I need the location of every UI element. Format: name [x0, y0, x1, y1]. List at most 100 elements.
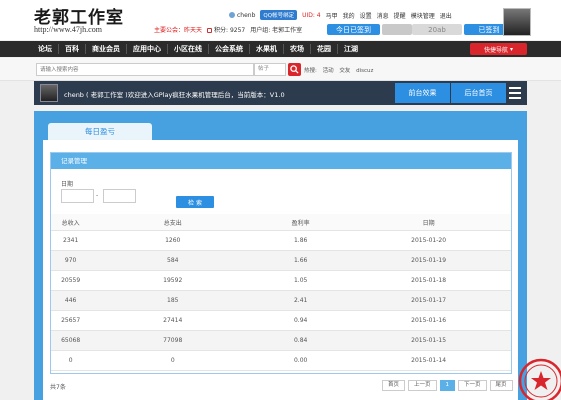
prev-page-button[interactable]: 上一页: [408, 380, 437, 391]
points-icon: [207, 27, 213, 33]
menu-settings[interactable]: 设置: [360, 11, 372, 20]
cell-expense: 77098: [163, 337, 183, 344]
table-row: 970 584 1.66 2015-01-19: [51, 251, 511, 271]
search-button[interactable]: [288, 63, 301, 76]
username-link[interactable]: chenb: [229, 12, 255, 19]
table-row: 2341 1260 1.86 2015-01-20: [51, 231, 511, 251]
cell-income: 2341: [63, 237, 79, 244]
nav-item-vip[interactable]: 商业会员: [86, 44, 127, 54]
hot-term[interactable]: 活动: [323, 68, 334, 74]
nav-item-apps[interactable]: 应用中心: [127, 44, 168, 54]
search-records-button[interactable]: 检 索: [176, 196, 214, 208]
hot-term[interactable]: 交友: [339, 68, 350, 74]
search-input[interactable]: [36, 63, 254, 76]
avatar[interactable]: [503, 8, 531, 36]
admin-avatar: [40, 84, 58, 102]
date-start-field[interactable]: [61, 189, 94, 203]
cell-profit-rate: 0.84: [293, 337, 308, 344]
tab-daily-profit[interactable]: 每日盈亏: [48, 123, 152, 140]
first-page-button[interactable]: 首页: [382, 380, 406, 391]
frontend-preview-button[interactable]: 前台效果: [395, 83, 450, 103]
cell-date: 2015-01-14: [411, 357, 447, 364]
site-header: 老郭工作室 http://www.47jh.com chenb QQ帐号绑定 U…: [0, 0, 561, 40]
cell-expense: 584: [167, 257, 179, 264]
usergroup-link[interactable]: 用户组: 老郭工作室: [250, 25, 302, 34]
cell-date: 2015-01-18: [411, 277, 447, 284]
user-toolbar: chenb QQ帐号绑定 UID: 4 马甲 我的 设置 消息 提醒 模块管理 …: [229, 10, 457, 20]
cell-income: 65068: [61, 337, 81, 344]
user-icon: [229, 12, 235, 18]
table-footer: 共7条 首页 上一页 1 下一页 尾页: [43, 374, 518, 394]
signin-today-button[interactable]: 今日已签到: [327, 24, 380, 35]
last-page-button[interactable]: 尾页: [489, 380, 513, 391]
cell-date: 2015-01-20: [411, 237, 447, 244]
cell-profit-rate: 0.94: [293, 317, 308, 324]
search-scope-select[interactable]: 帖子: [254, 63, 286, 76]
card-title: 记录管理: [51, 153, 511, 169]
points-link[interactable]: 积分: 9257: [207, 25, 245, 34]
menu-majia[interactable]: 马甲: [326, 11, 338, 20]
main-content: 每日盈亏 记录管理 日期 - 检 索 总收入 总支出 盈利率 日期 2341 1…: [34, 111, 527, 400]
gray-button[interactable]: [382, 24, 412, 35]
nav-item-farm[interactable]: 农场: [284, 44, 311, 54]
menu-messages[interactable]: 消息: [377, 11, 389, 20]
admin-bar: chenb ( 老郭工作室 )欢迎进入GPlay疯狂水果机管理后台，当前版本：V…: [34, 81, 527, 105]
menu-logout[interactable]: 退出: [440, 11, 452, 20]
hamburger-menu-icon[interactable]: [509, 87, 521, 99]
cell-profit-rate: 1.86: [293, 237, 308, 244]
cell-date: 2015-01-19: [411, 257, 447, 264]
logo-url: http://www.47jh.com: [34, 25, 102, 34]
cell-date: 2015-01-15: [411, 337, 447, 344]
pagination: 首页 上一页 1 下一页 尾页: [382, 380, 516, 391]
quick-nav-button[interactable]: 快捷导航 ▾: [470, 43, 527, 55]
nav-item-garden[interactable]: 花园: [311, 44, 338, 54]
next-page-button[interactable]: 下一页: [458, 380, 487, 391]
page-number-button[interactable]: 1: [439, 380, 456, 391]
content-panel: 记录管理 日期 - 检 索 总收入 总支出 盈利率 日期 2341 1260 1…: [43, 140, 518, 400]
cell-expense: 27414: [163, 317, 183, 324]
cell-expense: 0: [170, 357, 175, 364]
table-row: 25657 27414 0.94 2015-01-16: [51, 311, 511, 331]
nav-item-wiki[interactable]: 百科: [59, 44, 86, 54]
date-end-field[interactable]: [103, 189, 136, 203]
hot-search: 热搜: 活动 交友 discuz: [304, 66, 377, 74]
menu-mine[interactable]: 我的: [343, 11, 355, 20]
main-nav: 论坛 百科 商业会员 应用中心 小区在线 公会系统 水果机 农场 花园 江湖 快…: [0, 41, 561, 57]
qq-bind-button[interactable]: QQ帐号绑定: [260, 10, 298, 20]
nav-item-guild[interactable]: 公会系统: [209, 44, 250, 54]
col-header-date: 日期: [422, 219, 435, 227]
hot-term[interactable]: discuz: [356, 68, 373, 74]
cell-date: 2015-01-17: [411, 297, 447, 304]
cell-profit-rate: 1.05: [293, 277, 308, 284]
cell-income: 20559: [61, 277, 81, 284]
nav-item-fruit-machine[interactable]: 水果机: [250, 44, 284, 54]
admin-home-button[interactable]: 后台首页: [451, 83, 506, 103]
record-count: 共7条: [50, 384, 66, 391]
nav-item-jianghu[interactable]: 江湖: [338, 44, 364, 54]
cell-income: 25657: [61, 317, 81, 324]
hot-label: 热搜:: [304, 68, 317, 74]
date-separator: -: [96, 192, 99, 199]
welcome-text: chenb ( 老郭工作室 )欢迎进入GPlay疯狂水果机管理后台，当前版本：V…: [64, 91, 285, 99]
menu-module-admin[interactable]: 模块管理: [411, 11, 435, 20]
site-logo[interactable]: 老郭工作室 http://www.47jh.com: [34, 3, 134, 35]
cell-date: 2015-01-16: [411, 317, 447, 324]
table-row: 446 185 2.41 2015-01-17: [51, 291, 511, 311]
records-table: 总收入 总支出 盈利率 日期 2341 1260 1.86 2015-01-20…: [51, 214, 511, 371]
notice-link[interactable]: 主要公会：昨天天: [154, 25, 202, 34]
uid-label: UID: 4: [302, 11, 321, 19]
cell-profit-rate: 2.41: [293, 297, 308, 304]
cell-expense: 185: [167, 297, 179, 304]
date-label: 日期: [61, 181, 74, 188]
nav-item-forum[interactable]: 论坛: [32, 44, 59, 54]
col-header-expense: 总支出: [163, 219, 182, 227]
cell-expense: 1260: [165, 237, 181, 244]
nav-item-community[interactable]: 小区在线: [168, 44, 209, 54]
cell-income: 0: [68, 357, 73, 364]
chevron-down-icon: ▾: [508, 45, 513, 53]
menu-reminders[interactable]: 提醒: [394, 11, 406, 20]
table-header: 总收入 总支出 盈利率 日期: [51, 214, 511, 231]
gray-counter-button[interactable]: 20ab: [412, 24, 462, 35]
cell-profit-rate: 1.66: [293, 257, 308, 264]
table-row: 65068 77098 0.84 2015-01-15: [51, 331, 511, 351]
